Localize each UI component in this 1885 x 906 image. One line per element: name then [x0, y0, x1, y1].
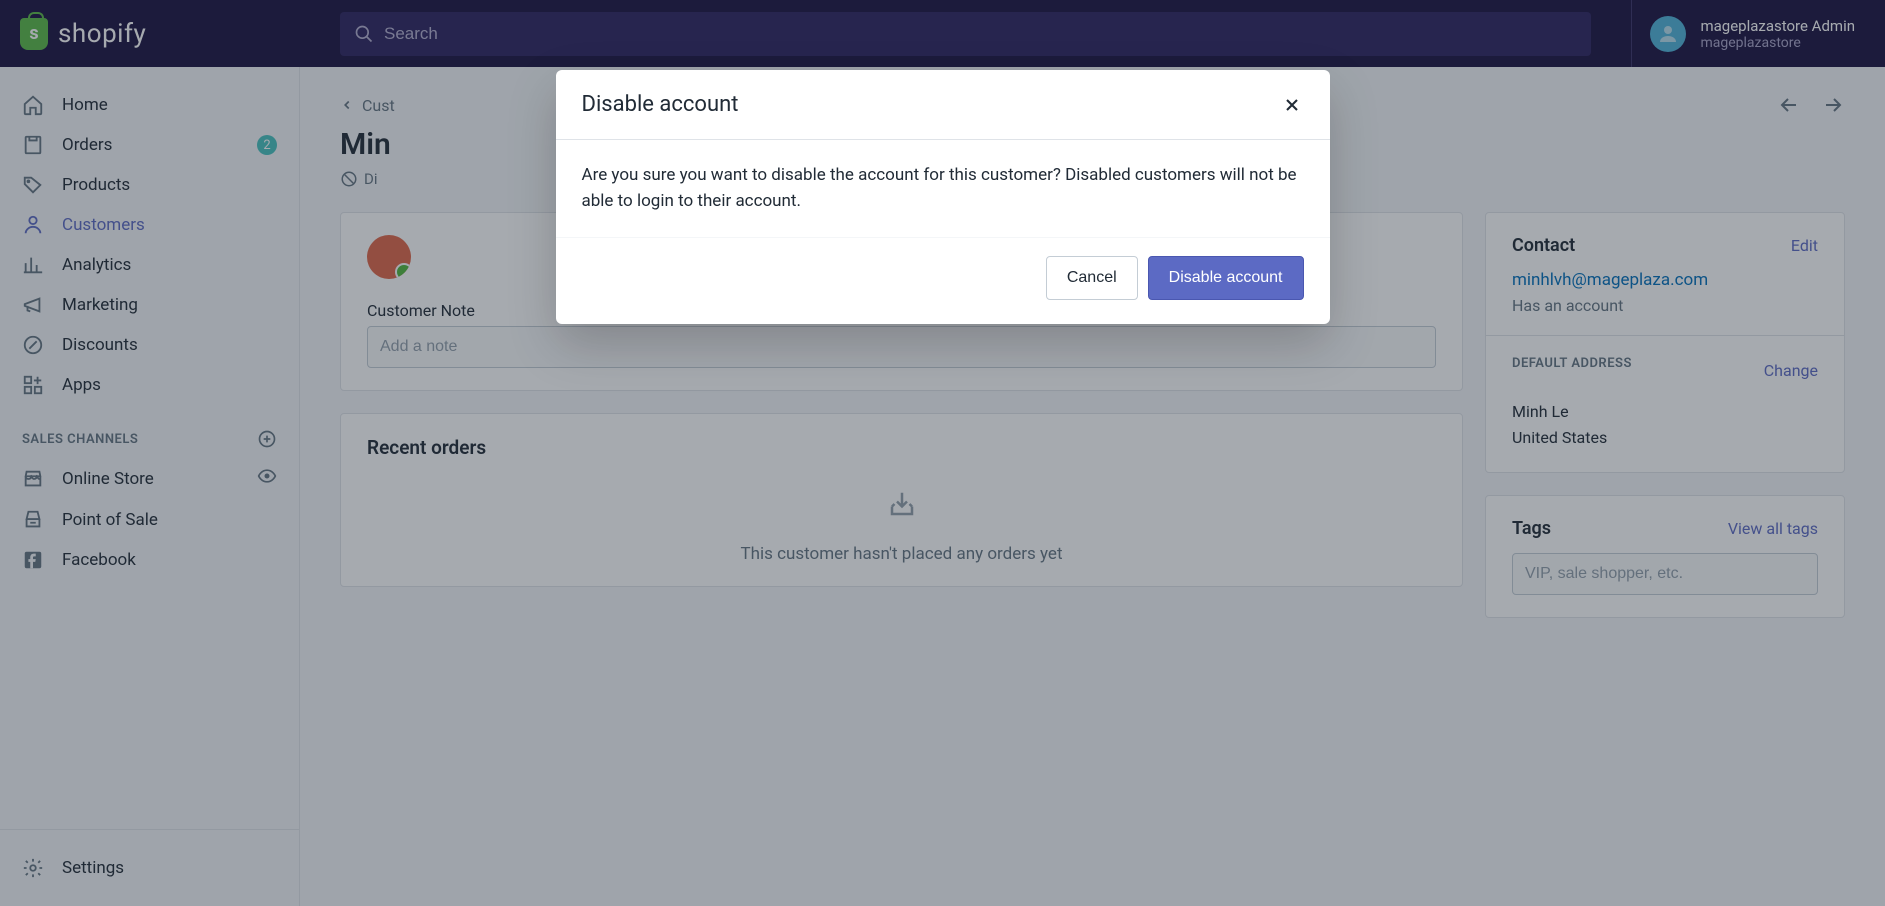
modal-title: Disable account [582, 92, 739, 117]
disable-account-button[interactable]: Disable account [1148, 256, 1304, 300]
disable-account-modal: Disable account Are you sure you want to… [556, 70, 1330, 324]
cancel-button[interactable]: Cancel [1046, 256, 1138, 300]
modal-body-text: Are you sure you want to disable the acc… [556, 140, 1330, 237]
modal-close-button[interactable] [1280, 93, 1304, 117]
close-icon [1282, 95, 1302, 115]
